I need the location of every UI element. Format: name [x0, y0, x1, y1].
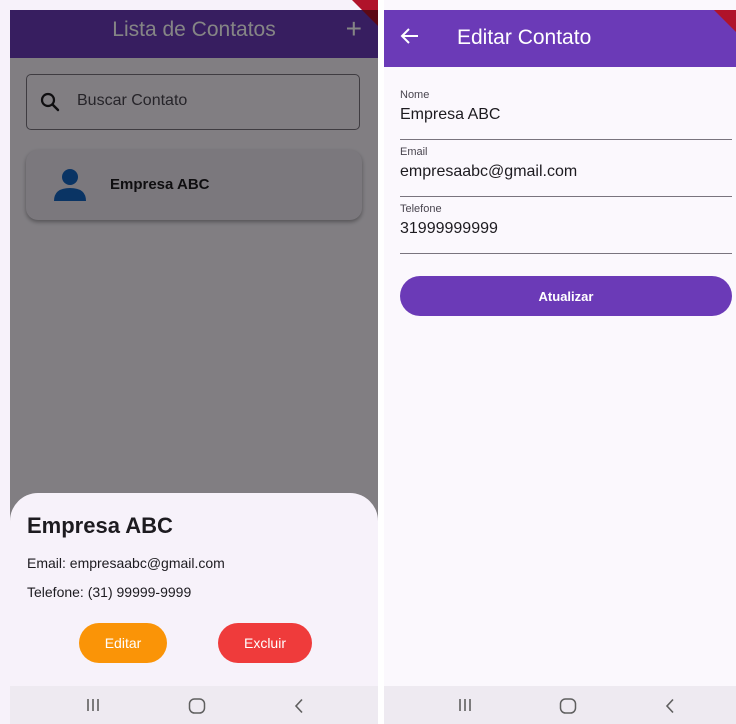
update-button[interactable]: Atualizar	[400, 276, 732, 316]
phone-value[interactable]: 31999999999	[400, 220, 498, 238]
arrow-left-icon[interactable]	[398, 24, 422, 53]
email-value[interactable]: empresaabc@gmail.com	[400, 163, 577, 181]
recents-icon[interactable]	[86, 698, 100, 717]
delete-button[interactable]: Excluir	[218, 623, 312, 663]
page-title: Editar Contato	[457, 26, 592, 49]
email-text: Email: empresaabc@gmail.com	[27, 555, 225, 571]
edit-button[interactable]: Editar	[79, 623, 167, 663]
debug-banner	[714, 10, 736, 32]
name-label: Nome	[400, 89, 430, 101]
name-field[interactable]: Nome Empresa ABC	[400, 89, 732, 140]
email-label: Email	[400, 146, 428, 158]
contact-list-screen: Lista de Contatos + Buscar Contato Empre…	[0, 0, 378, 724]
back-icon[interactable]	[664, 698, 676, 719]
phone-field[interactable]: Telefone 31999999999	[400, 203, 732, 254]
edit-contact-screen: Editar Contato Nome Empresa ABC Email em…	[384, 0, 736, 724]
contact-details-sheet: Empresa ABC Email: empresaabc@gmail.com …	[10, 493, 378, 686]
home-icon[interactable]	[188, 698, 206, 719]
back-icon[interactable]	[293, 698, 305, 719]
name-value[interactable]: Empresa ABC	[400, 106, 500, 124]
phone-text: Telefone: (31) 99999-9999	[27, 584, 192, 600]
email-field[interactable]: Email empresaabc@gmail.com	[400, 146, 732, 197]
app-bar: Editar Contato	[384, 10, 736, 67]
sheet-title: Empresa ABC	[27, 513, 173, 538]
system-nav-bar	[10, 686, 378, 724]
system-nav-bar	[384, 686, 736, 724]
phone-label: Telefone	[400, 203, 442, 215]
home-icon[interactable]	[559, 698, 577, 719]
recents-icon[interactable]	[458, 698, 472, 717]
